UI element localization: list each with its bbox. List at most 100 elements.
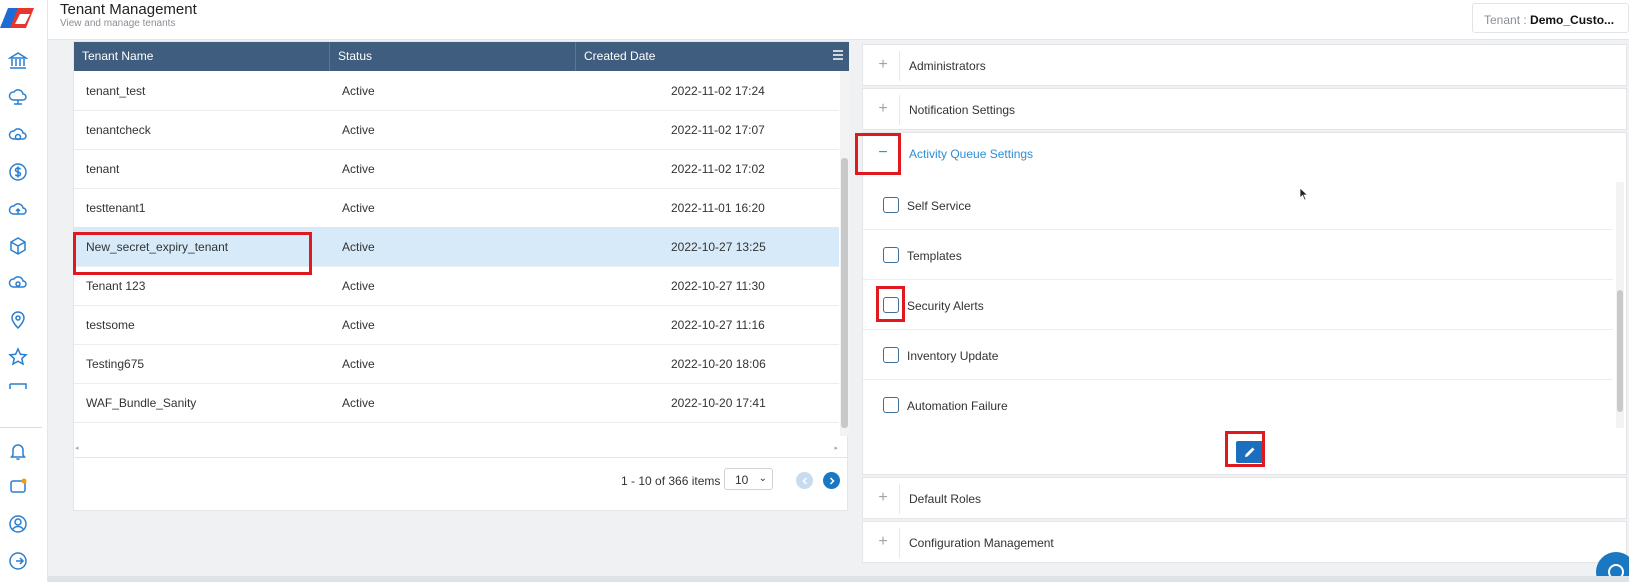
grid-vertical-scrollbar[interactable] xyxy=(840,71,849,436)
cell-status: Active xyxy=(342,162,375,176)
highlight-tenant-row xyxy=(73,232,312,275)
scroll-right-arrow-icon[interactable]: ▸ xyxy=(834,444,838,452)
options-scroll-thumb[interactable] xyxy=(1617,290,1623,412)
option-inventory-update: Inventory Update xyxy=(863,332,1613,380)
table-row[interactable]: testtenant1 Active 2022-11-01 16:20 xyxy=(74,188,839,228)
tenant-selector[interactable]: Tenant : Demo_Custo... xyxy=(1472,3,1629,33)
option-self-service: Self Service xyxy=(863,182,1613,230)
tenant-grid: Tenant Name Status Created Date tenant_t… xyxy=(73,41,849,511)
star-icon[interactable] xyxy=(4,344,32,370)
cell-tenant-name: tenantcheck xyxy=(86,123,151,137)
chevron-left-icon xyxy=(801,476,807,485)
bed-icon[interactable] xyxy=(4,378,32,392)
section-title: Default Roles xyxy=(909,492,982,506)
page-size-value: 10 xyxy=(735,473,749,487)
section-title: Notification Settings xyxy=(909,103,1016,117)
section-divider xyxy=(899,528,900,558)
table-row[interactable]: Testing675 Active 2022-10-20 18:06 xyxy=(74,344,839,384)
column-menu-icon[interactable] xyxy=(832,49,844,61)
cloud-upload-icon[interactable] xyxy=(4,196,32,222)
cell-status: Active xyxy=(342,123,375,137)
chevron-right-icon xyxy=(829,476,835,485)
cloud-network-icon[interactable] xyxy=(4,85,32,111)
section-default-roles[interactable]: + Default Roles xyxy=(862,477,1627,519)
option-label: Templates xyxy=(907,249,962,263)
chat-icon[interactable] xyxy=(4,474,32,500)
highlight-edit-button xyxy=(1225,431,1265,467)
section-activity-queue-settings[interactable]: − Activity Queue Settings Self Service T… xyxy=(862,132,1627,475)
user-location-icon[interactable] xyxy=(4,307,32,333)
checkbox-templates[interactable] xyxy=(883,247,899,263)
next-page-button[interactable] xyxy=(823,472,840,489)
section-notification-settings[interactable]: + Notification Settings xyxy=(862,88,1627,130)
cell-created-date: 2022-10-20 18:06 xyxy=(671,357,766,371)
bank-icon[interactable] xyxy=(4,48,32,74)
grid-pager: 1 - 10 of 366 items 10 ⌄ xyxy=(74,457,849,511)
grid-header: Tenant Name Status Created Date xyxy=(74,42,849,71)
mouse-cursor-icon xyxy=(1299,187,1309,201)
dollar-icon[interactable] xyxy=(4,159,32,185)
cloud-gear-icon[interactable] xyxy=(4,270,32,296)
cell-tenant-name: testtenant1 xyxy=(86,201,146,215)
chevron-down-icon: ⌄ xyxy=(758,473,767,484)
cell-created-date: 2022-11-02 17:07 xyxy=(671,123,765,137)
cell-tenant-name: WAF_Bundle_Sanity xyxy=(86,396,197,410)
grid-horizontal-scrollbar[interactable]: ◂ ▸ xyxy=(74,444,839,454)
cell-status: Active xyxy=(342,240,375,254)
app-logo[interactable] xyxy=(0,4,40,32)
option-label: Self Service xyxy=(907,199,972,213)
option-label: Inventory Update xyxy=(907,349,999,363)
cube-icon[interactable] xyxy=(4,233,32,259)
page-size-select[interactable]: 10 ⌄ xyxy=(724,468,773,490)
cell-created-date: 2022-11-01 16:20 xyxy=(671,201,765,215)
option-security-alerts: Security Alerts xyxy=(863,282,1613,330)
sidebar-divider xyxy=(0,427,42,428)
option-label: Automation Failure xyxy=(907,399,1008,413)
cell-tenant-name: tenant_test xyxy=(86,84,146,98)
column-header-created-date[interactable]: Created Date xyxy=(576,42,830,71)
table-row[interactable]: testsome Active 2022-10-27 11:16 xyxy=(74,305,839,345)
section-administrators[interactable]: + Administrators xyxy=(862,44,1627,86)
page-header: Tenant Management View and manage tenant… xyxy=(48,0,1629,40)
table-row[interactable]: WAF_Bundle_Sanity Active 2022-10-20 17:4… xyxy=(74,383,839,423)
cell-status: Active xyxy=(342,84,375,98)
user-circle-icon[interactable] xyxy=(4,511,32,537)
column-header-tenant-name[interactable]: Tenant Name xyxy=(74,42,330,71)
expand-plus-icon[interactable]: + xyxy=(874,489,892,507)
section-title: Configuration Management xyxy=(909,536,1054,550)
highlight-collapse-toggle xyxy=(855,133,901,175)
expand-plus-icon[interactable]: + xyxy=(874,56,892,74)
cloud-refresh-icon[interactable] xyxy=(4,122,32,148)
page-title: Tenant Management xyxy=(60,1,197,18)
cell-status: Active xyxy=(342,279,375,293)
page-subtitle: View and manage tenants xyxy=(60,18,176,29)
column-header-status[interactable]: Status xyxy=(330,42,576,71)
table-row[interactable]: tenantcheck Active 2022-11-02 17:07 xyxy=(74,110,839,150)
cell-created-date: 2022-10-27 13:25 xyxy=(671,240,766,254)
checkbox-self-service[interactable] xyxy=(883,197,899,213)
grid-scroll-thumb[interactable] xyxy=(841,158,848,428)
cell-created-date: 2022-11-02 17:02 xyxy=(671,162,765,176)
cell-status: Active xyxy=(342,201,375,215)
sidebar xyxy=(0,0,48,582)
section-configuration-management[interactable]: + Configuration Management xyxy=(862,521,1627,563)
section-divider xyxy=(899,95,900,125)
table-row[interactable]: tenant_test Active 2022-11-02 17:24 xyxy=(74,71,839,111)
expand-plus-icon[interactable]: + xyxy=(874,533,892,551)
option-templates: Templates xyxy=(863,232,1613,280)
cell-tenant-name: Tenant 123 xyxy=(86,279,146,293)
table-row[interactable]: tenant Active 2022-11-02 17:02 xyxy=(74,149,839,189)
checkbox-inventory-update[interactable] xyxy=(883,347,899,363)
checkbox-automation-failure[interactable] xyxy=(883,397,899,413)
option-automation-failure: Automation Failure xyxy=(863,382,1613,430)
previous-page-button[interactable] xyxy=(796,472,813,489)
expand-plus-icon[interactable]: + xyxy=(874,100,892,118)
logout-icon[interactable] xyxy=(4,548,32,574)
cell-tenant-name: testsome xyxy=(86,318,135,332)
cell-created-date: 2022-10-27 11:16 xyxy=(671,318,765,332)
scroll-left-arrow-icon[interactable]: ◂ xyxy=(75,444,79,452)
section-divider xyxy=(899,51,900,81)
options-scrollbar[interactable] xyxy=(1616,182,1624,428)
tenant-selector-label: Tenant : xyxy=(1484,13,1531,27)
bell-icon[interactable] xyxy=(4,438,32,464)
